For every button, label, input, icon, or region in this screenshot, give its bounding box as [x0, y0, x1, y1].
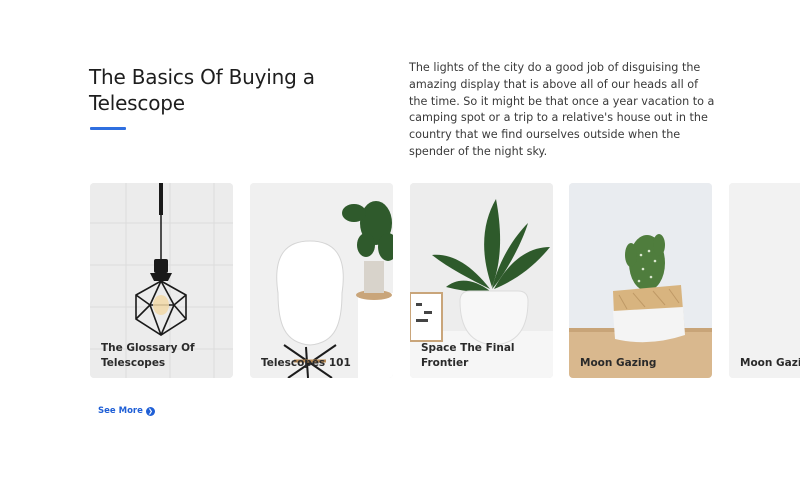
white-chair-image	[250, 183, 393, 378]
blank-image	[729, 183, 800, 378]
section-title: The Basics Of Buying a Telescope	[89, 65, 315, 115]
see-more-link[interactable]: See More ❯	[98, 406, 155, 416]
card-label: Moon Gazing	[740, 356, 800, 369]
title-underline	[90, 127, 126, 130]
card-space-the-final-frontier[interactable]: Space The Final Frontier	[410, 183, 553, 378]
card-moon-gazing-2[interactable]: Moon Gazing	[729, 183, 800, 378]
card-label: Telescopes 101	[261, 356, 351, 369]
card-label: Moon Gazing	[580, 356, 657, 369]
card-telescopes-101[interactable]: Telescopes 101	[250, 183, 393, 378]
card-carousel: The Glossary Of Telescopes Telescopes 10…	[90, 183, 800, 379]
card-moon-gazing[interactable]: Moon Gazing	[569, 183, 712, 378]
card-label: The Glossary Of Telescopes	[101, 342, 195, 369]
card-glossary-of-telescopes[interactable]: The Glossary Of Telescopes	[90, 183, 233, 378]
chevron-right-icon: ❯	[145, 406, 155, 416]
see-more-label: See More	[98, 406, 143, 416]
card-label: Space The Final Frontier	[421, 342, 515, 369]
cactus-pot-image	[569, 183, 712, 378]
section-description: The lights of the city do a good job of …	[409, 61, 715, 158]
